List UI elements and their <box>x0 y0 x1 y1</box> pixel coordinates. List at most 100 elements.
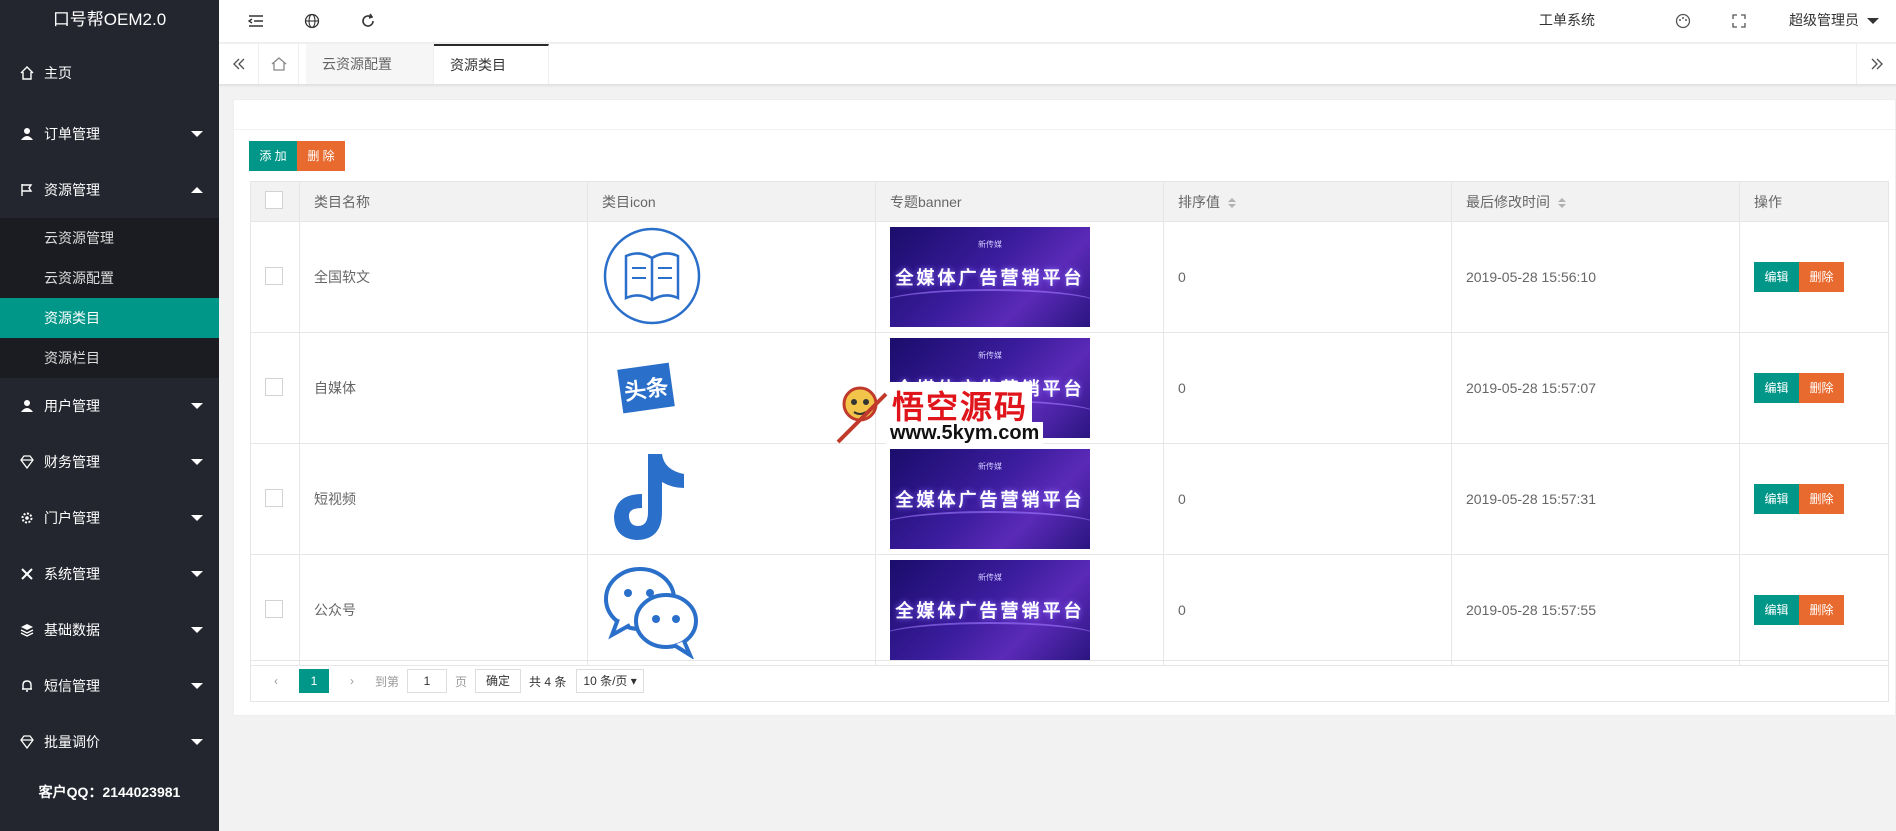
sidebar-item-label: 用户管理 <box>44 398 100 414</box>
col-header-banner: 专题banner <box>875 181 1164 222</box>
toutiao-logo-text: 头条 <box>622 374 670 405</box>
prev-page-icon[interactable]: ‹ <box>261 669 291 693</box>
sidebar-item-resources[interactable]: 资源管理 <box>0 162 219 218</box>
category-name: 自媒体 <box>299 332 588 444</box>
sidebar: 口号帮OEM2.0 主页 订单管理 资源管理 云资源管理 云资源配置 资源类目 … <box>0 0 219 831</box>
add-button[interactable]: 添 加 <box>249 141 297 171</box>
chevron-down-icon <box>191 627 203 633</box>
sidebar-item-finance[interactable]: 财务管理 <box>0 434 219 490</box>
page-size-select[interactable]: 10 条/页 ▾ <box>576 669 644 693</box>
menu-toggle-icon[interactable] <box>247 12 265 30</box>
sidebar-item-home[interactable]: 主页 <box>0 40 219 106</box>
delete-button[interactable]: 删除 <box>1799 484 1844 514</box>
category-name: 公众号 <box>299 554 588 666</box>
sidebar-item-users[interactable]: 用户管理 <box>0 378 219 434</box>
page-unit-label: 页 <box>455 674 468 689</box>
top-header: 工单系统 超级管理员 <box>219 0 1896 43</box>
select-all-checkbox[interactable] <box>265 191 283 209</box>
user-menu[interactable]: 超级管理员 <box>1789 0 1879 40</box>
user-icon <box>20 127 34 141</box>
tab-scroll-right-icon[interactable] <box>1856 44 1896 84</box>
chevron-down-icon <box>191 571 203 577</box>
page-input[interactable]: 1 <box>407 669 448 693</box>
sidebar-item-system[interactable]: 系统管理 <box>0 546 219 602</box>
banner-image: 新传媒全媒体广告营销平台 <box>890 560 1090 660</box>
sidebar-item-label: 财务管理 <box>44 454 100 470</box>
sidebar-item-label: 短信管理 <box>44 678 100 694</box>
category-name: 短视频 <box>299 443 588 555</box>
sort-value: 0 <box>1163 221 1452 333</box>
globe-icon[interactable] <box>303 12 321 30</box>
edit-button[interactable]: 编辑 <box>1754 373 1799 403</box>
delete-button[interactable]: 删除 <box>1799 373 1844 403</box>
banner-subtitle: 新传媒 <box>978 462 1002 471</box>
delete-button[interactable]: 删除 <box>1799 595 1844 625</box>
sort-value: 0 <box>1163 443 1452 555</box>
table-row: 短视频 新传媒 全媒体广告营销平台 0 2019-05-28 15:57:31 编… <box>250 443 1889 555</box>
sidebar-subitem-cloud-manage[interactable]: 云资源管理 <box>0 218 219 258</box>
chevron-down-icon <box>191 459 203 465</box>
col-header-sort[interactable]: 排序值 <box>1163 181 1452 222</box>
sidebar-item-orders[interactable]: 订单管理 <box>0 106 219 162</box>
sidebar-subitem-cloud-config[interactable]: 云资源配置 <box>0 258 219 298</box>
chevron-down-icon <box>191 131 203 137</box>
goto-confirm-button[interactable]: 确定 <box>475 669 522 693</box>
toutiao-icon: 头条 <box>617 362 675 414</box>
banner-title: 全媒体广告营销平台 <box>895 268 1085 288</box>
table-row: 自媒体 头条 新传媒全媒体广告营销平台 0 2019-05-28 15:57:0… <box>250 332 1889 444</box>
row-checkbox[interactable] <box>265 266 283 285</box>
watermark-url: www.5kym.com <box>886 422 1044 445</box>
row-checkbox[interactable] <box>265 599 283 618</box>
page-1-button[interactable]: 1 <box>299 669 329 693</box>
edit-button[interactable]: 编辑 <box>1754 595 1799 625</box>
edit-button[interactable]: 编辑 <box>1754 484 1799 514</box>
modified-time: 2019-05-28 15:57:31 <box>1451 443 1740 555</box>
col-header-icon: 类目icon <box>587 181 876 222</box>
row-checkbox[interactable] <box>265 377 283 396</box>
layers-icon <box>20 623 34 637</box>
sidebar-subitem-categories[interactable]: 资源类目 <box>0 298 219 338</box>
sidebar-item-portal[interactable]: 门户管理 <box>0 490 219 546</box>
tab-scroll-left-icon[interactable] <box>219 44 259 84</box>
chevron-down-icon <box>191 739 203 745</box>
total-count: 共 4 条 <box>529 674 567 689</box>
home-tab-icon[interactable] <box>259 44 299 84</box>
col-header-actions: 操作 <box>1739 181 1889 222</box>
tab-resource-categories[interactable]: 资源类目✕ <box>434 44 549 111</box>
table-row: 公众号 新传媒 全媒体广告营销平台 0 2019-05-28 15:57:55 编… <box>250 554 1889 666</box>
diamond-icon <box>20 455 34 469</box>
sidebar-item-basic-data[interactable]: 基础数据 <box>0 602 219 658</box>
sidebar-subitem-columns[interactable]: 资源栏目 <box>0 338 219 378</box>
delete-button[interactable]: 删除 <box>1799 262 1844 292</box>
batch-delete-button[interactable]: 删 除 <box>297 141 345 171</box>
card-header <box>234 100 1895 130</box>
category-name: 全国软文 <box>299 221 588 333</box>
sidebar-item-label: 批量调价 <box>44 734 100 750</box>
home-icon <box>20 66 34 80</box>
banner-image: 新传媒全媒体广告营销平台 <box>890 449 1090 549</box>
chevron-down-icon <box>191 683 203 689</box>
chevron-down-icon <box>191 515 203 521</box>
work-order-system-link[interactable]: 工单系统 <box>1539 0 1595 40</box>
col-header-label: 最后修改时间 <box>1466 193 1550 210</box>
chevron-down-icon <box>1866 18 1879 25</box>
sidebar-item-batch-price[interactable]: 批量调价 <box>0 714 219 770</box>
chevron-down-icon: ▾ <box>630 674 637 688</box>
refresh-icon[interactable] <box>359 12 377 30</box>
sidebar-item-label: 主页 <box>44 65 72 81</box>
sidebar-item-sms[interactable]: 短信管理 <box>0 658 219 714</box>
banner-title: 全媒体广告营销平台 <box>895 601 1085 621</box>
tab-cloud-config[interactable]: 云资源配置✕ <box>306 44 434 112</box>
sidebar-item-label: 系统管理 <box>44 566 100 582</box>
next-page-icon[interactable]: › <box>337 669 367 693</box>
row-checkbox[interactable] <box>265 488 283 507</box>
edit-button[interactable]: 编辑 <box>1754 262 1799 292</box>
gear-icon <box>20 511 34 525</box>
modified-time: 2019-05-28 15:56:10 <box>1451 221 1740 333</box>
col-header-time[interactable]: 最后修改时间 <box>1451 181 1740 222</box>
sort-icon[interactable] <box>1558 197 1566 208</box>
theme-icon[interactable] <box>1674 12 1692 30</box>
sidebar-item-label: 基础数据 <box>44 622 100 638</box>
sort-icon[interactable] <box>1228 197 1236 208</box>
fullscreen-icon[interactable] <box>1730 12 1748 30</box>
